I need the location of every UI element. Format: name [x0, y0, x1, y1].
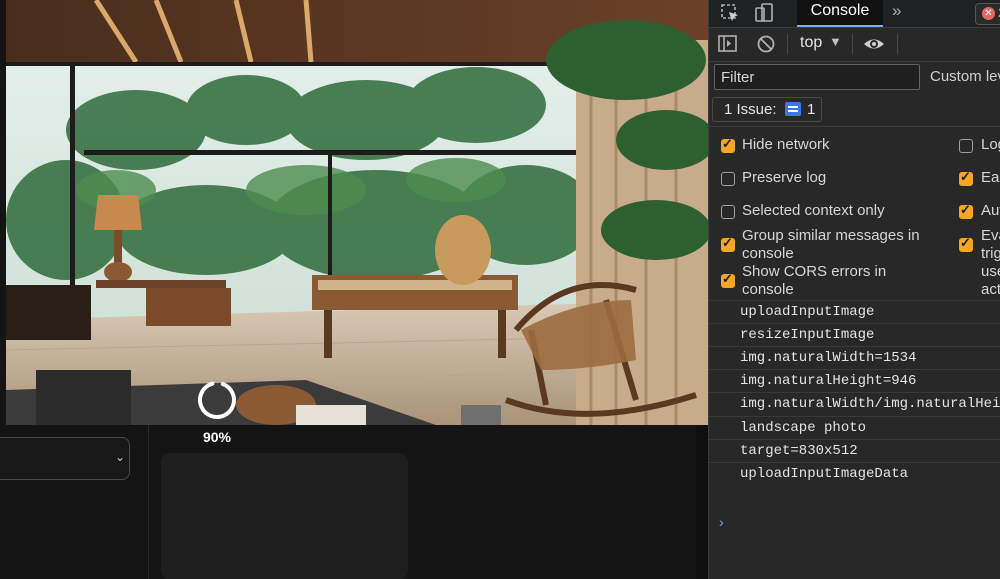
caret-down-icon[interactable]: ▼ — [829, 34, 842, 49]
console-message: img.naturalWidth/img.naturalHeight=1.621… — [709, 392, 1000, 416]
setting-label: Selected context only — [742, 202, 885, 219]
scrollbar[interactable] — [696, 425, 708, 579]
toolbar-separator — [897, 34, 898, 54]
empty-panel — [161, 453, 408, 579]
progress-percentage: 90% — [202, 429, 232, 445]
image-preview — [6, 0, 708, 425]
error-icon: ✕ — [982, 7, 995, 20]
tropical-room-photo — [6, 0, 708, 425]
selected-context-checkbox[interactable] — [721, 205, 735, 219]
console-message: uploadInputImageData — [709, 462, 1000, 485]
setting-label: Autocomplete from history — [981, 202, 1000, 219]
console-message: img.naturalWidth=1534 — [709, 346, 1000, 369]
group-similar-checkbox[interactable] — [721, 235, 735, 252]
log-levels-dropdown[interactable]: Custom levels — [930, 68, 1000, 85]
issues-button[interactable]: 1 Issue: 1 — [712, 97, 822, 122]
device-toolbar-icon[interactable] — [753, 2, 775, 24]
show-cors-checkbox[interactable] — [721, 271, 735, 288]
dropdown-select[interactable]: ⌄ — [0, 437, 130, 480]
devtools-panel: Console » ✕ 2 top ▼ Custom levels 1 Issu… — [708, 0, 1000, 579]
setting-label: Evaluate triggers user activation — [981, 227, 1000, 298]
autocomplete-checkbox[interactable] — [959, 202, 973, 219]
filter-input[interactable] — [714, 64, 920, 90]
clear-console-icon[interactable] — [755, 33, 777, 55]
loading-spinner-icon — [198, 381, 236, 419]
message-icon — [785, 102, 801, 116]
console-message: resizeInputImage — [709, 323, 1000, 346]
console-message: img.naturalHeight=946 — [709, 369, 1000, 392]
setting-label: Eager evaluation — [981, 169, 1000, 186]
log-xhr-checkbox[interactable] — [959, 139, 973, 153]
setting-label: Group similar messages in console — [742, 227, 920, 262]
preserve-log-checkbox[interactable] — [721, 172, 735, 186]
console-message: landscape photo — [709, 416, 1000, 439]
tab-console[interactable]: Console — [797, 0, 883, 27]
console-prompt-icon[interactable]: › — [719, 514, 724, 530]
setting-label: Hide network — [742, 136, 830, 153]
evaluate-triggers-checkbox[interactable] — [959, 235, 973, 252]
issues-count: 1 — [807, 101, 816, 118]
setting-label: Log XMLHttpRequests — [981, 136, 1000, 153]
chevron-down-icon: ⌄ — [114, 450, 125, 464]
console-messages: uploadInputImage resizeInputImage img.na… — [709, 300, 1000, 485]
devtools-tabbar: Console » ✕ 2 — [709, 0, 1000, 28]
app-area: 90% ⌄ — [0, 0, 708, 579]
setting-label: Show CORS errors in console — [742, 263, 887, 298]
sidebar-toggle-icon[interactable] — [717, 33, 739, 55]
toolbar-separator — [787, 34, 788, 54]
issues-label: 1 Issue: — [724, 101, 777, 118]
eye-icon[interactable] — [863, 33, 885, 55]
inspect-element-icon[interactable] — [719, 2, 741, 24]
toolbar-separator — [852, 34, 853, 54]
eager-evaluation-checkbox[interactable] — [959, 169, 973, 186]
error-count-badge[interactable]: ✕ 2 — [975, 3, 1000, 25]
console-settings: Hide network Preserve log Selected conte… — [709, 126, 1000, 301]
hide-network-checkbox[interactable] — [721, 136, 735, 153]
setting-label: Preserve log — [742, 169, 827, 186]
chevron-double-right-icon[interactable]: » — [892, 1, 901, 21]
context-selector[interactable]: top — [800, 34, 822, 52]
console-toolbar: top ▼ — [709, 28, 1000, 62]
console-message: uploadInputImage — [709, 300, 1000, 323]
console-message: target=830x512 — [709, 439, 1000, 462]
divider — [148, 425, 149, 579]
